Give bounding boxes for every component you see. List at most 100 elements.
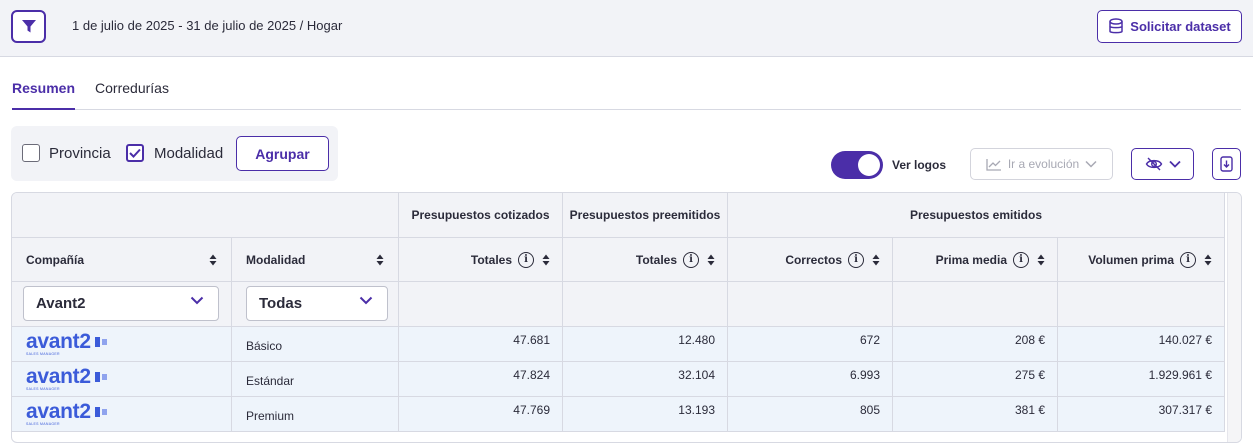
provincia-checkbox[interactable]	[22, 144, 40, 162]
avant2-logo: avant2 SALES MANAGER	[26, 401, 107, 427]
company-logo-cell: avant2 SALES MANAGER	[12, 362, 232, 397]
chevron-down-icon	[359, 296, 373, 305]
preemitidos-cell: 13.193	[563, 397, 728, 432]
header-emitidos: Presupuestos emitidos	[728, 193, 1225, 238]
column-header-prima-media[interactable]: Prima media i	[893, 238, 1058, 282]
column-header-modalidad[interactable]: Modalidad	[232, 238, 399, 282]
avant2-logo: avant2 SALES MANAGER	[26, 331, 107, 357]
column-visibility-button[interactable]	[1131, 148, 1194, 180]
logo-mark-icon	[94, 336, 107, 347]
request-dataset-button[interactable]: Solicitar dataset	[1097, 10, 1242, 43]
modalidad-cell: Estándar	[232, 362, 399, 397]
compania-filter-value: Avant2	[36, 295, 86, 312]
database-icon	[1109, 18, 1124, 34]
logo-text: avant2	[26, 365, 91, 389]
sort-icon	[209, 254, 217, 265]
modalidad-label: Modalidad	[154, 145, 224, 162]
logo-subtext: SALES MANAGER	[26, 352, 60, 357]
logo-text: avant2	[26, 330, 91, 354]
header-preemitidos: Presupuestos preemitidos	[563, 193, 728, 238]
filter-cell-compania: Avant2	[12, 282, 232, 327]
column-header-totales-preemitidos[interactable]: Totales i	[563, 238, 728, 282]
tab-bar: Resumen Corredurías	[12, 80, 1241, 110]
column-header-volumen-prima[interactable]: Volumen prima i	[1058, 238, 1225, 282]
filter-icon	[21, 20, 36, 33]
line-chart-icon	[986, 158, 1001, 171]
info-icon[interactable]: i	[848, 251, 864, 268]
info-icon[interactable]: i	[1013, 251, 1029, 268]
company-logo-cell: avant2 SALES MANAGER	[12, 397, 232, 432]
column-header-totales-cotizados[interactable]: Totales i	[399, 238, 563, 282]
filter-cell-empty	[893, 282, 1058, 327]
download-icon	[1220, 156, 1233, 172]
info-icon[interactable]: i	[683, 251, 699, 268]
sort-icon	[1037, 254, 1045, 265]
download-button[interactable]	[1212, 148, 1241, 180]
preemitidos-cell: 12.480	[563, 327, 728, 362]
column-header-correctos[interactable]: Correctos i	[728, 238, 893, 282]
tab-corredurias[interactable]: Corredurías	[95, 80, 169, 110]
totales-preemitidos-label: Totales	[635, 252, 677, 267]
tab-resumen[interactable]: Resumen	[12, 80, 76, 110]
cotizados-cell: 47.769	[399, 397, 563, 432]
evolution-button[interactable]: Ir a evolución	[970, 148, 1113, 180]
modalidad-header-label: Modalidad	[246, 252, 306, 267]
modalidad-filter-select[interactable]: Todas	[246, 286, 388, 321]
sort-icon	[1204, 254, 1212, 265]
cotizados-cell: 47.681	[399, 327, 563, 362]
logo-mark-icon	[94, 371, 107, 382]
ver-logos-label: Ver logos	[892, 158, 947, 172]
chevron-down-icon	[1168, 160, 1181, 168]
logo-mark-icon	[94, 406, 107, 417]
modalidad-filter-value: Todas	[259, 295, 303, 312]
column-header-compania[interactable]: Compañía	[12, 238, 232, 282]
prima-media-cell: 275 €	[893, 362, 1058, 397]
sort-icon	[542, 254, 550, 265]
sort-icon	[376, 254, 384, 265]
filter-cell-empty	[563, 282, 728, 327]
filter-cell-modalidad: Todas	[232, 282, 399, 327]
chevron-down-icon	[1085, 160, 1097, 168]
logo-subtext: SALES MANAGER	[26, 387, 60, 392]
chevron-down-icon	[190, 296, 204, 305]
header-cotizados: Presupuestos cotizados	[399, 193, 563, 238]
avant2-logo: avant2 SALES MANAGER	[26, 366, 107, 392]
info-icon[interactable]: i	[518, 251, 534, 268]
correctos-cell: 6.993	[728, 362, 893, 397]
correctos-label: Correctos	[785, 252, 842, 267]
checkmark-icon	[129, 148, 141, 158]
modalidad-cell: Premium	[232, 397, 399, 432]
agrupar-button[interactable]: Agrupar	[236, 136, 329, 171]
filter-cell-empty	[728, 282, 893, 327]
header-empty	[12, 193, 399, 238]
sort-icon	[872, 254, 880, 265]
volumen-prima-cell: 140.027 €	[1058, 327, 1225, 362]
compania-filter-select[interactable]: Avant2	[23, 286, 219, 321]
correctos-cell: 672	[728, 327, 893, 362]
preemitidos-cell: 32.104	[563, 362, 728, 397]
request-dataset-label: Solicitar dataset	[1130, 19, 1231, 34]
compania-header-label: Compañía	[26, 252, 85, 267]
sort-icon	[707, 254, 715, 265]
filter-button[interactable]	[11, 10, 46, 43]
volumen-prima-cell: 1.929.961 €	[1058, 362, 1225, 397]
grouping-panel: Provincia Modalidad Agrupar	[11, 126, 338, 181]
prima-media-cell: 208 €	[893, 327, 1058, 362]
filter-cell-empty	[399, 282, 563, 327]
prima-media-cell: 381 €	[893, 397, 1058, 432]
filter-cell-empty	[1058, 282, 1225, 327]
modalidad-checkbox[interactable]	[126, 144, 144, 162]
logo-subtext: SALES MANAGER	[26, 422, 60, 427]
top-bar: 1 de julio de 2025 - 31 de julio de 2025…	[0, 0, 1253, 57]
info-icon[interactable]: i	[1180, 251, 1196, 268]
eye-off-icon	[1145, 157, 1162, 171]
provincia-label: Provincia	[49, 145, 111, 162]
company-logo-cell: avant2 SALES MANAGER	[12, 327, 232, 362]
evolution-label: Ir a evolución	[1007, 157, 1080, 171]
results-table: Presupuestos cotizados Presupuestos pree…	[11, 192, 1242, 443]
correctos-cell: 805	[728, 397, 893, 432]
ver-logos-toggle[interactable]	[831, 151, 883, 179]
volumen-prima-label: Volumen prima	[1088, 252, 1174, 267]
vertical-scrollbar[interactable]	[1227, 193, 1241, 442]
volumen-prima-cell: 307.317 €	[1058, 397, 1225, 432]
